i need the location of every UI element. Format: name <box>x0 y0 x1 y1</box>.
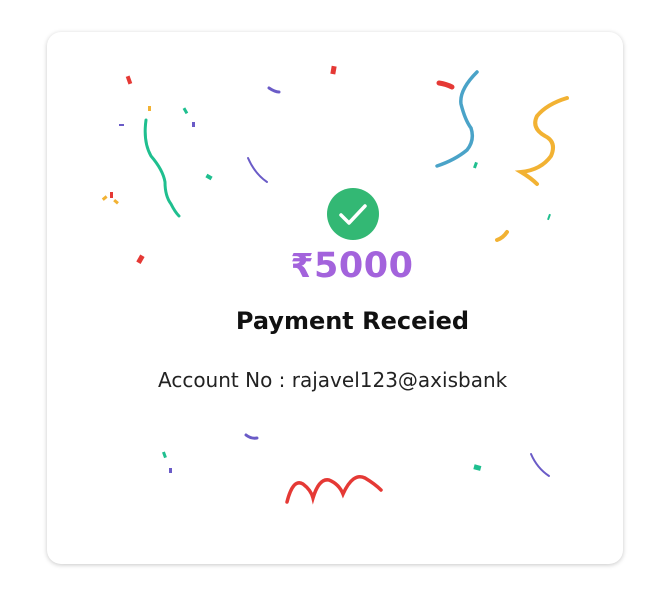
confetti-piece <box>247 157 268 183</box>
confetti-piece <box>436 80 455 90</box>
currency-symbol: ₹ <box>290 246 315 285</box>
confetti-piece <box>244 433 259 440</box>
account-value: rajavel123@axisbank <box>291 368 508 392</box>
confetti-streamer <box>514 96 569 186</box>
amount-value: 5000 <box>314 246 414 286</box>
confetti-piece <box>125 75 133 85</box>
status-title: Payment Receied <box>235 307 470 335</box>
payment-amount: ₹5000 <box>47 246 623 286</box>
confetti-piece <box>169 468 172 473</box>
confetti-streamer <box>285 475 383 505</box>
confetti-piece <box>113 198 119 205</box>
confetti-piece <box>473 464 482 471</box>
payment-success-card: ₹5000 Payment Receied Account No : rajav… <box>47 32 623 564</box>
confetti-piece <box>182 107 189 115</box>
confetti-piece <box>530 453 550 477</box>
check-circle-icon <box>327 188 379 240</box>
confetti-decoration <box>101 65 569 505</box>
confetti-piece <box>495 230 509 242</box>
confetti-piece <box>101 195 108 201</box>
confetti-piece <box>547 213 551 221</box>
confetti-piece <box>330 65 337 75</box>
account-label: Account No : <box>158 368 286 392</box>
confetti-piece <box>473 161 478 169</box>
confetti-piece <box>148 106 151 111</box>
confetti-piece <box>110 192 113 198</box>
confetti-piece <box>119 124 124 126</box>
confetti-piece <box>205 173 213 181</box>
confetti-piece <box>192 122 195 127</box>
account-info: Account No : rajavel123@axisbank <box>158 368 578 392</box>
confetti-piece <box>267 86 281 94</box>
confetti-streamer <box>143 118 181 218</box>
confetti-piece <box>162 451 167 459</box>
